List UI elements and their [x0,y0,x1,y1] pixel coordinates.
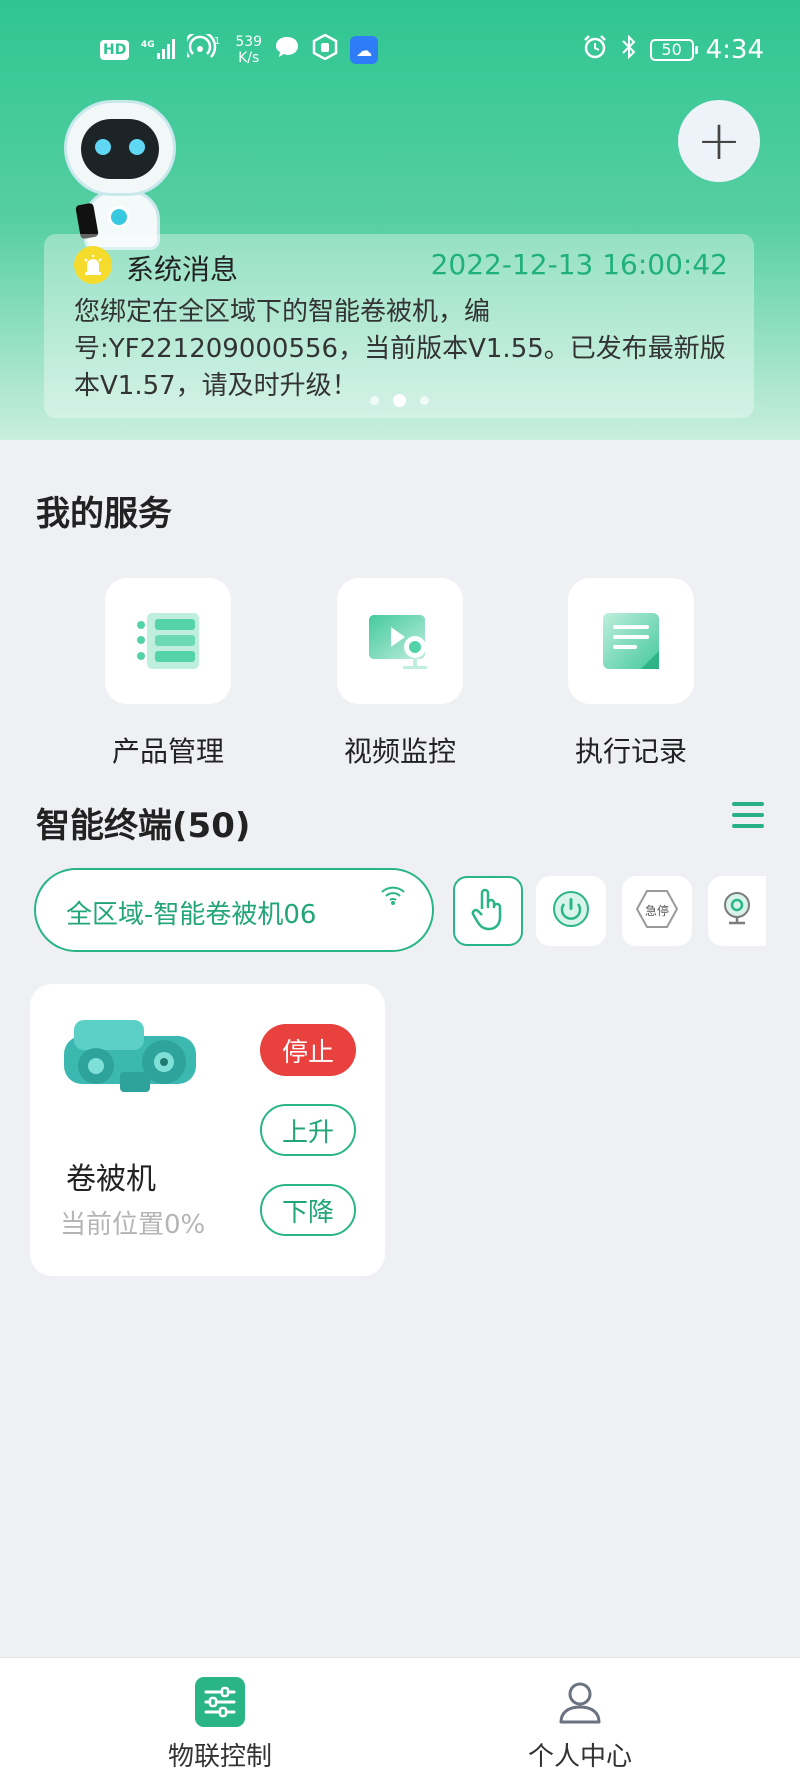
product-management-icon [105,578,231,704]
tab-personal-center[interactable]: 个人中心 [480,1676,680,1773]
tab-bar: 物联控制 个人中心 [0,1657,800,1777]
up-button[interactable]: 上升 [260,1104,356,1156]
system-message-timestamp: 2022-12-13 16:00:42 [430,248,728,281]
quick-action-camera[interactable] [708,876,766,946]
user-icon [554,1676,606,1728]
net-speed: 539 K/s [235,34,262,66]
list-menu-icon[interactable] [732,802,764,830]
stop-button[interactable]: 停止 [260,1024,356,1076]
quick-action-power[interactable] [536,876,606,946]
device-position: 当前位置0% [60,1210,206,1240]
quick-action-emergency-stop[interactable]: 急停 [622,876,692,946]
carousel-dot[interactable] [370,396,379,405]
service-execution-record[interactable]: 执行记录 [566,578,696,770]
terminals-title: 智能终端(50) [36,806,251,846]
emergency-stop-label: 急停 [644,904,669,918]
plus-icon: + [696,109,742,172]
down-button[interactable]: 下降 [260,1184,356,1236]
tab-iot-control[interactable]: 物联控制 [120,1676,320,1773]
add-device-button[interactable]: + [678,100,760,182]
tab-label: 个人中心 [527,1742,632,1772]
weather-app-icon: ☁ [350,36,379,64]
alarm-bell-icon [74,246,112,284]
status-bar-right: 50 4:34 [582,30,764,70]
battery-indicator: 50 [649,39,698,61]
status-bar: HD 4G 1 539 K/s ☁ 50 4:34 [0,30,800,70]
control-panel-icon [194,1676,246,1728]
selected-device-label: 全区域-智能卷被机06 [66,900,317,930]
app-notification-icon [312,33,338,66]
hd-badge: HD [100,40,130,60]
execution-record-icon [568,578,694,704]
clock: 4:34 [705,35,764,65]
svg-text:4G: 4G [141,40,155,50]
quilt-machine-image [60,1012,202,1108]
carousel-indicator [370,394,429,407]
svg-text:1: 1 [214,36,220,47]
service-product-management[interactable]: 产品管理 [103,578,233,770]
carousel-dot[interactable] [420,396,429,405]
system-message-title: 系统消息 [126,253,239,286]
wifi-icon [380,884,406,910]
system-message-text: 您绑定在全区域下的智能卷被机，编号:YF221209000556，当前版本V1.… [74,297,726,401]
services-title: 我的服务 [36,494,172,534]
chat-notification-icon [274,35,300,65]
camera-icon [719,889,755,933]
status-bar-left: HD 4G 1 539 K/s ☁ [100,30,379,70]
video-monitor-icon [337,578,463,704]
service-label: 产品管理 [111,735,224,768]
net-speed-unit: K/s [238,50,260,66]
robot-mascot-icon [56,92,186,252]
alarm-icon [582,34,608,66]
service-label: 执行记录 [574,735,687,768]
header: HD 4G 1 539 K/s ☁ 50 4:34 + 系统消息 2022-12… [0,0,800,440]
tab-label: 物联控制 [167,1742,272,1772]
service-label: 视频监控 [343,735,456,768]
net-speed-value: 539 [235,34,263,50]
device-name: 卷被机 [66,1162,156,1197]
system-message-card[interactable]: 系统消息 2022-12-13 16:00:42 您绑定在全区域下的智能卷被机，… [44,234,754,418]
service-video-monitor[interactable]: 视频监控 [335,578,465,770]
touch-control-icon [468,887,508,935]
hotspot-icon: 1 [184,30,223,66]
carousel-dot-active[interactable] [393,394,406,407]
cell-signal-icon: 4G [141,37,176,63]
quick-action-touch-control[interactable] [453,876,523,946]
services-grid: 产品管理 视频监控 执行记录 [0,578,800,778]
device-card[interactable]: 卷被机 当前位置0% 停止 上升 下降 [30,984,385,1276]
power-icon [551,889,591,933]
bluetooth-icon [620,34,638,66]
device-selector[interactable]: 全区域-智能卷被机06 [34,868,434,952]
